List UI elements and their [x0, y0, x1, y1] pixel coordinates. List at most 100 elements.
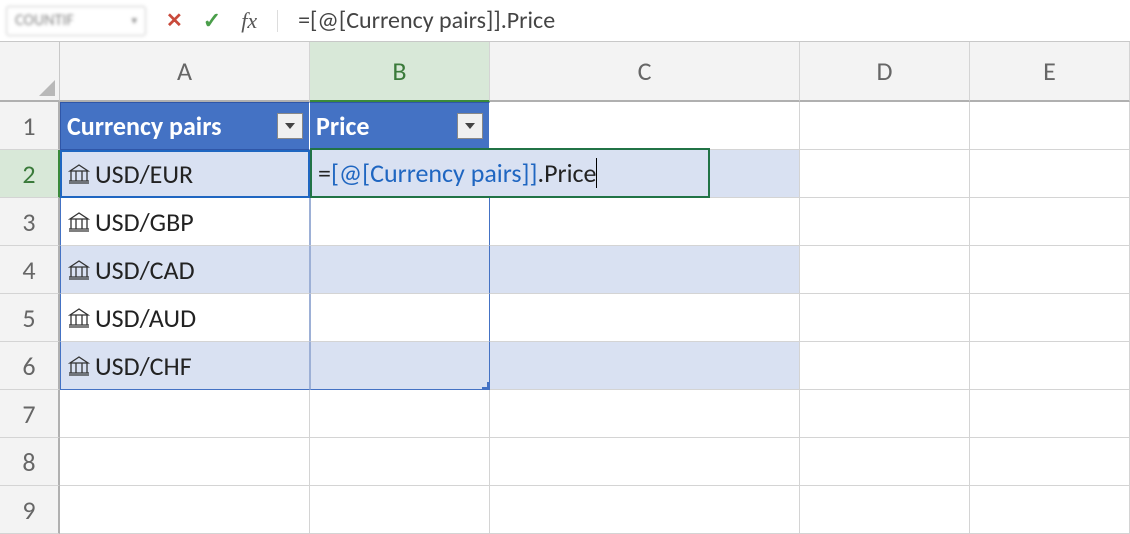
row-header-3[interactable]: 3 [0, 198, 60, 246]
cell[interactable] [60, 438, 310, 486]
row-header-8[interactable]: 8 [0, 438, 60, 486]
row-header-6[interactable]: 6 [0, 342, 60, 390]
cell[interactable] [800, 198, 970, 246]
cell[interactable] [800, 294, 970, 342]
row-1: 1 Currency pairs Price [0, 102, 1130, 150]
column-headers-row: A B C D E [0, 42, 1130, 102]
cell-b4[interactable] [310, 246, 490, 294]
cell[interactable] [970, 150, 1130, 198]
cell-value: USD/AUD [95, 302, 196, 334]
row-header-7[interactable]: 7 [0, 390, 60, 438]
cell[interactable] [800, 102, 970, 150]
row-8: 8 [0, 438, 1130, 486]
col-header-b[interactable]: B [310, 42, 490, 102]
row-4: 4 USD/CAD [0, 246, 1130, 294]
table-header-currency-pairs[interactable]: Currency pairs [60, 102, 310, 150]
cell-value: USD/CAD [95, 254, 195, 286]
cell[interactable] [490, 486, 800, 534]
row-header-1[interactable]: 1 [0, 102, 60, 150]
row-5: 5 USD/AUD [0, 294, 1130, 342]
cell-a6[interactable]: USD/CHF [60, 342, 310, 390]
row-2: 2 USD/EUR = [@[Currency pairs]] .Price [0, 150, 1130, 198]
grid-body: 1 Currency pairs Price 2 USD/EUR [0, 102, 1130, 534]
col-header-c[interactable]: C [490, 42, 800, 102]
cell[interactable] [970, 486, 1130, 534]
cell[interactable] [970, 246, 1130, 294]
chevron-down-icon [284, 122, 296, 130]
cell[interactable] [490, 294, 800, 342]
filter-button[interactable] [277, 113, 303, 139]
cell[interactable] [800, 150, 970, 198]
cell-a5[interactable]: USD/AUD [60, 294, 310, 342]
cell-editor[interactable]: = [@[Currency pairs]] .Price [310, 148, 710, 198]
formula-token-reference: [@[Currency pairs]] [331, 157, 538, 189]
bank-icon [67, 258, 91, 282]
row-6: 6 USD/CHF [0, 342, 1130, 390]
col-header-a[interactable]: A [60, 42, 310, 102]
cell[interactable] [490, 342, 800, 390]
cell[interactable] [800, 438, 970, 486]
separator [277, 10, 278, 32]
cell-a4[interactable]: USD/CAD [60, 246, 310, 294]
formula-input[interactable]: =[@[Currency pairs]].Price [298, 6, 555, 35]
filter-button[interactable] [457, 113, 483, 139]
row-9: 9 [0, 486, 1130, 534]
formula-token-suffix: .Price [538, 157, 597, 189]
name-box[interactable]: COUNTIF ▾ [6, 6, 146, 36]
cell-value: USD/CHF [95, 350, 192, 382]
cell[interactable] [800, 342, 970, 390]
select-all-corner[interactable] [0, 42, 60, 102]
cell[interactable] [310, 486, 490, 534]
row-header-4[interactable]: 4 [0, 246, 60, 294]
cell[interactable] [970, 390, 1130, 438]
formula-token-equals: = [318, 157, 331, 189]
cell-a3[interactable]: USD/GBP [60, 198, 310, 246]
row-header-5[interactable]: 5 [0, 294, 60, 342]
row-7: 7 [0, 390, 1130, 438]
table-header-price[interactable]: Price [310, 102, 490, 150]
cell[interactable] [310, 390, 490, 438]
formula-bar: COUNTIF ▾ ✕ ✓ fx =[@[Currency pairs]].Pr… [0, 0, 1130, 42]
row-header-2[interactable]: 2 [0, 150, 60, 198]
cell-b5[interactable] [310, 294, 490, 342]
cell[interactable] [490, 198, 800, 246]
cell[interactable] [490, 102, 800, 150]
text-cursor [596, 158, 597, 188]
table-resize-handle[interactable] [482, 382, 490, 390]
cell[interactable] [970, 102, 1130, 150]
cell[interactable] [490, 390, 800, 438]
chevron-down-icon: ▾ [131, 14, 137, 27]
cell-b6[interactable] [310, 342, 490, 390]
cell[interactable] [800, 390, 970, 438]
enter-icon[interactable]: ✓ [203, 7, 221, 34]
col-header-e[interactable]: E [970, 42, 1130, 102]
cancel-icon[interactable]: ✕ [166, 8, 183, 33]
cell-b3[interactable] [310, 198, 490, 246]
col-header-d[interactable]: D [800, 42, 970, 102]
cell[interactable] [310, 438, 490, 486]
cell-a2[interactable]: USD/EUR [60, 150, 310, 198]
cell[interactable] [60, 486, 310, 534]
cell-value: USD/GBP [95, 206, 194, 238]
cell[interactable] [970, 438, 1130, 486]
cell[interactable] [490, 246, 800, 294]
fx-icon[interactable]: fx [241, 8, 257, 34]
table-header-label: Price [316, 110, 369, 142]
name-box-text: COUNTIF [15, 11, 74, 30]
cell[interactable] [970, 294, 1130, 342]
row-header-9[interactable]: 9 [0, 486, 60, 534]
cell[interactable] [970, 198, 1130, 246]
cell[interactable] [800, 246, 970, 294]
bank-icon [67, 210, 91, 234]
formula-bar-buttons: ✕ ✓ fx [156, 7, 288, 34]
bank-icon [67, 306, 91, 330]
cell[interactable] [970, 342, 1130, 390]
cell[interactable] [490, 438, 800, 486]
row-3: 3 USD/GBP [0, 198, 1130, 246]
table-header-label: Currency pairs [67, 110, 222, 142]
cell[interactable] [60, 390, 310, 438]
cell[interactable] [800, 486, 970, 534]
cell-value: USD/EUR [95, 158, 193, 190]
chevron-down-icon [464, 122, 476, 130]
bank-icon [67, 354, 91, 378]
